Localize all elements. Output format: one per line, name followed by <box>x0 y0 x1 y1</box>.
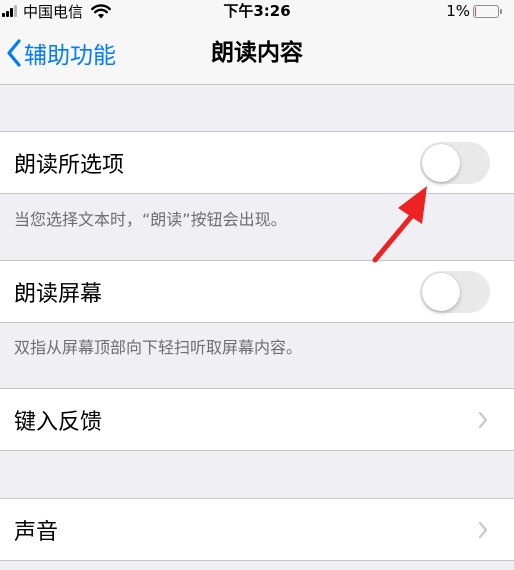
speak-selection-footer: 当您选择文本时，“朗读”按钮会出现。 <box>14 210 287 229</box>
status-bar: 中国电信 下午3:26 1% <box>0 0 514 22</box>
voices-row[interactable]: 声音 <box>0 499 514 560</box>
speak-screen-group: 朗读屏幕 <box>0 260 514 323</box>
speak-screen-row: 朗读屏幕 <box>0 261 514 322</box>
battery-percent: 1% <box>446 2 470 20</box>
chevron-right-icon <box>478 521 488 543</box>
back-label: 辅助功能 <box>24 43 116 69</box>
toggle-knob <box>422 272 460 311</box>
typing-feedback-label: 键入反馈 <box>14 409 103 435</box>
speak-selection-row: 朗读所选项 <box>0 132 514 193</box>
voices-label: 声音 <box>14 519 59 545</box>
toggle-knob <box>422 143 460 182</box>
back-button[interactable]: 辅助功能 <box>6 22 116 84</box>
battery-icon <box>473 4 499 18</box>
chevron-right-icon <box>478 411 488 433</box>
typing-feedback-row[interactable]: 键入反馈 <box>0 389 514 450</box>
chevron-left-icon <box>6 39 22 67</box>
battery-fill <box>475 6 476 16</box>
typing-feedback-group: 键入反馈 <box>0 388 514 451</box>
status-time: 下午3:26 <box>223 2 291 20</box>
battery-cap <box>500 8 502 14</box>
voices-group: 声音 <box>0 498 514 561</box>
status-right: 1% <box>446 0 502 22</box>
nav-bar: 朗读内容 辅助功能 <box>0 22 514 85</box>
speak-selection-toggle[interactable] <box>420 141 490 184</box>
speak-screen-footer: 双指从屏幕顶部向下轻扫听取屏幕内容。 <box>14 338 303 357</box>
speak-selection-group: 朗读所选项 <box>0 131 514 194</box>
speak-screen-toggle[interactable] <box>420 270 490 313</box>
